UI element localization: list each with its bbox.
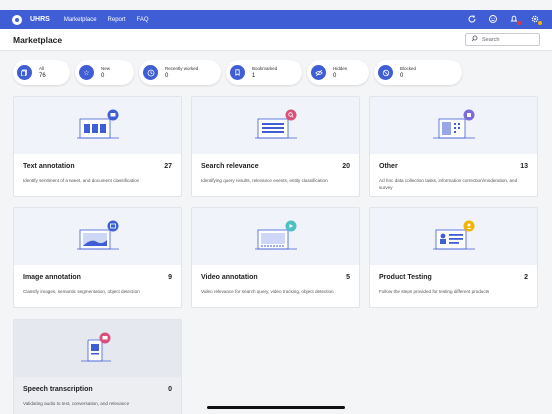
category-card-other[interactable]: Other 13 Ad hoc data collection tasks, i… <box>369 96 538 197</box>
category-card-speech-transcription[interactable]: Speech transcription 0 Validating audio … <box>13 319 182 414</box>
card-description: Identifying query results, relevance eve… <box>201 178 328 183</box>
card-title: Other <box>379 163 398 170</box>
star-icon: ☆ <box>79 65 94 80</box>
filter-recently-worked[interactable]: Recently worked 0 <box>139 60 221 85</box>
card-title: Image annotation <box>23 274 81 281</box>
card-title: Video annotation <box>201 274 258 281</box>
image-annotation-icon <box>76 220 119 250</box>
page-title: Marketplace <box>13 35 63 45</box>
search-icon <box>471 35 478 44</box>
filter-label: Blocked <box>400 66 417 71</box>
card-title: Product Testing <box>379 274 432 281</box>
category-card-search-relevance[interactable]: Search relevance 20 Identifying query re… <box>191 96 360 197</box>
category-card-video-annotation[interactable]: Video annotation 5 Video relevance for s… <box>191 207 360 308</box>
bookmark-icon <box>230 65 245 80</box>
card-description: Identify sentiment of a tweet, and docum… <box>23 178 140 183</box>
category-card-product-testing[interactable]: Product Testing 2 Follow the steps provi… <box>369 207 538 308</box>
card-count: 5 <box>346 274 350 281</box>
smiley-icon[interactable] <box>488 14 498 24</box>
category-card-text-annotation[interactable]: Text annotation 27 Identify sentiment of… <box>13 96 182 197</box>
nav-link-faq[interactable]: FAQ <box>137 17 149 23</box>
all-icon <box>17 65 32 80</box>
filter-all[interactable]: All 76 <box>13 60 70 85</box>
filter-new[interactable]: ☆ New 0 <box>75 60 134 85</box>
notification-badge <box>517 21 521 25</box>
search-relevance-icon <box>254 109 297 139</box>
clock-icon <box>143 65 158 80</box>
other-tasks-icon <box>432 109 475 139</box>
filter-bookmarked[interactable]: Bookmarked 1 <box>226 60 302 85</box>
filter-count: 1 <box>252 73 256 79</box>
speech-transcription-icon <box>80 332 111 362</box>
filter-label: Recently worked <box>165 66 199 71</box>
status-bar <box>0 0 552 10</box>
card-count: 13 <box>520 163 528 170</box>
hidden-icon <box>311 65 326 80</box>
card-count: 2 <box>524 274 528 281</box>
home-indicator[interactable] <box>207 406 345 409</box>
filter-label: Bookmarked <box>252 66 278 71</box>
filter-label: New <box>101 66 111 71</box>
card-title: Text annotation <box>23 163 75 170</box>
notification-icon[interactable] <box>509 14 521 25</box>
nav-link-report[interactable]: Report <box>108 17 126 23</box>
card-description: Video relevance for search query, video … <box>201 289 334 294</box>
card-title: Search relevance <box>201 163 259 170</box>
card-description: Classify images, semantic segmentation, … <box>23 289 140 294</box>
blocked-icon <box>378 65 393 80</box>
filter-label: Hidden <box>333 66 348 71</box>
refresh-icon[interactable] <box>467 14 477 24</box>
logo-icon[interactable] <box>12 14 22 25</box>
settings-badge <box>538 21 542 25</box>
settings-icon[interactable] <box>530 14 542 25</box>
filter-count: 0 <box>400 73 404 79</box>
filter-count: 76 <box>39 73 46 79</box>
top-nav: UHRS Marketplace Report FAQ <box>0 10 552 29</box>
search-box[interactable] <box>465 33 540 46</box>
card-description: Follow the steps provided for testing di… <box>379 289 490 294</box>
filter-count: 0 <box>165 73 169 79</box>
card-description: Ad hoc data collection tasks, informatio… <box>379 178 518 191</box>
text-annotation-icon <box>76 109 119 139</box>
card-description: Validating audio to text, conversation, … <box>23 401 130 406</box>
card-count: 27 <box>164 163 172 170</box>
filter-label: All <box>39 66 45 71</box>
filter-blocked[interactable]: Blocked 0 <box>374 60 462 85</box>
filter-count: 0 <box>101 73 105 79</box>
filter-hidden[interactable]: Hidden 0 <box>307 60 369 85</box>
card-title: Speech transcription <box>23 386 93 393</box>
page-header: Marketplace <box>0 29 552 51</box>
search-input[interactable] <box>482 36 538 43</box>
video-annotation-icon <box>254 220 297 250</box>
category-card-image-annotation[interactable]: Image annotation 9 Classify images, sema… <box>13 207 182 308</box>
card-count: 0 <box>168 386 172 393</box>
filter-count: 0 <box>333 73 337 79</box>
card-count: 20 <box>342 163 350 170</box>
filter-bar: All 76 ☆ New 0 Recently worked 0 Bookmar… <box>13 60 462 85</box>
product-testing-icon <box>432 220 475 250</box>
brand-name[interactable]: UHRS <box>30 16 50 23</box>
card-count: 9 <box>168 274 172 281</box>
nav-link-marketplace[interactable]: Marketplace <box>64 17 97 23</box>
